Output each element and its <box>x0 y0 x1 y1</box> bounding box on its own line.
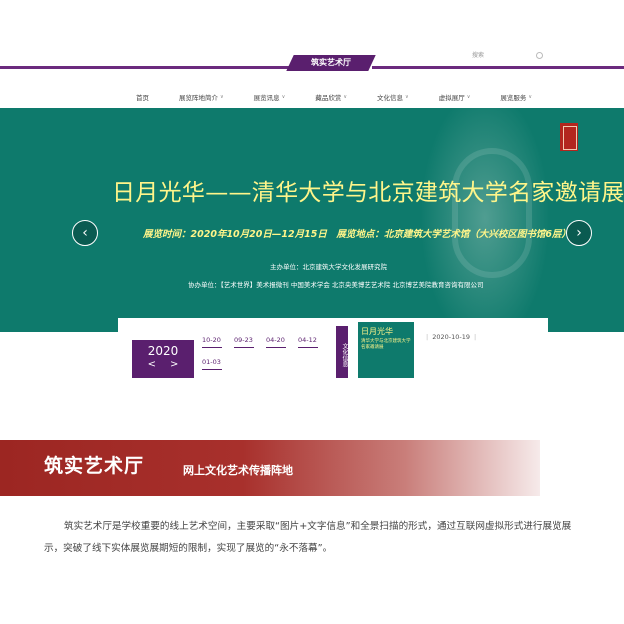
nav-item-intro[interactable]: 展览阵地简介 ∨ <box>179 92 224 102</box>
banner-ornament <box>452 148 532 278</box>
thumb-subtitle: 清华大学与北京建筑大学名家邀请展 <box>361 339 411 350</box>
intro-paragraph: 筑实艺术厅是学校重要的线上艺术空间，主要采取“图片+文字信息”和全景扫描的形式，… <box>44 521 572 554</box>
category-tag: 文化信息 <box>336 326 348 378</box>
year-next-button[interactable]: > <box>170 359 178 370</box>
nav-label: 虚拟展厅 <box>438 94 465 102</box>
nav-item-virtual-hall[interactable]: 虚拟展厅 ∨ <box>439 92 471 102</box>
header-rule-left <box>0 66 296 69</box>
chevron-down-icon: ∨ <box>466 94 471 100</box>
nav-item-news[interactable]: 展览讯息 ∨ <box>254 92 286 102</box>
date-item[interactable]: 04-20 <box>266 336 286 348</box>
date-item[interactable]: 10-20 <box>202 336 222 348</box>
nav-label: 首页 <box>136 94 149 102</box>
nav-item-culture[interactable]: 文化信息 ∨ <box>377 92 409 102</box>
chevron-right-icon[interactable]: › <box>566 220 592 246</box>
news-thumbnail[interactable]: 日月光华 清华大学与北京建筑大学名家邀请展 <box>358 322 414 378</box>
hero-banner[interactable] <box>0 108 624 332</box>
nav-item-collection[interactable]: 藏品欣赏 ∨ <box>315 92 347 102</box>
thumb-title: 日月光华 <box>361 327 393 336</box>
banner-organizer: 主办单位：北京建筑大学文化发展研究院 <box>270 263 387 271</box>
date-item[interactable]: 04-12 <box>298 336 318 348</box>
date-item[interactable]: 01-03 <box>202 358 222 370</box>
banner-title: 日月光华——清华大学与北京建筑大学名家邀请展 <box>112 180 624 206</box>
nav-label: 展览讯息 <box>253 94 280 102</box>
header-rule-right <box>372 66 624 69</box>
chevron-down-icon: ∨ <box>343 94 348 100</box>
nav-item-service[interactable]: 展览服务 ∨ <box>500 92 532 102</box>
nav-label: 藏品欣赏 <box>315 94 342 102</box>
news-date: 2020-10-19 <box>426 333 476 341</box>
date-item[interactable]: 09-23 <box>234 336 254 348</box>
chevron-down-icon: ∨ <box>405 94 409 100</box>
nav-label: 展览服务 <box>500 94 527 102</box>
year-prev-button[interactable]: < <box>148 359 156 370</box>
chevron-down-icon: ∨ <box>528 94 533 100</box>
tagline-title: 筑实艺术厅 <box>44 455 145 477</box>
tagline-subtitle: 网上文化艺术传播阵地 <box>183 464 293 477</box>
chevron-down-icon: ∨ <box>220 94 224 100</box>
year-label: 2020 <box>147 344 179 358</box>
main-nav: 首页 展览阵地简介 ∨ 展览讯息 ∨ 藏品欣赏 ∨ 文化信息 ∨ 虚拟展厅 ∨ 展览服务 ∨ <box>136 92 562 102</box>
search-icon[interactable] <box>536 52 543 59</box>
nav-label: 文化信息 <box>377 94 404 102</box>
nav-label: 展览阵地简介 <box>179 94 218 102</box>
banner-co-organizer: 协办单位：【艺术世界】美术报微刊 中国美术学会 北京央美博艺艺术院 北京博艺美院… <box>188 281 484 289</box>
chevron-left-icon[interactable]: ‹ <box>72 220 98 246</box>
search-input[interactable]: 搜索 <box>472 50 546 62</box>
seal-logo-icon <box>560 123 578 151</box>
nav-item-home[interactable]: 首页 <box>136 92 149 102</box>
year-selector: 2020 < > <box>132 340 194 378</box>
banner-exhibition-info: 展览时间：2020年10月20日—12月15日 展览地点：北京建筑大学艺术馆（大… <box>143 229 571 240</box>
logo-text[interactable]: 筑实艺术厅 <box>290 55 372 71</box>
chevron-down-icon: ∨ <box>281 94 286 100</box>
